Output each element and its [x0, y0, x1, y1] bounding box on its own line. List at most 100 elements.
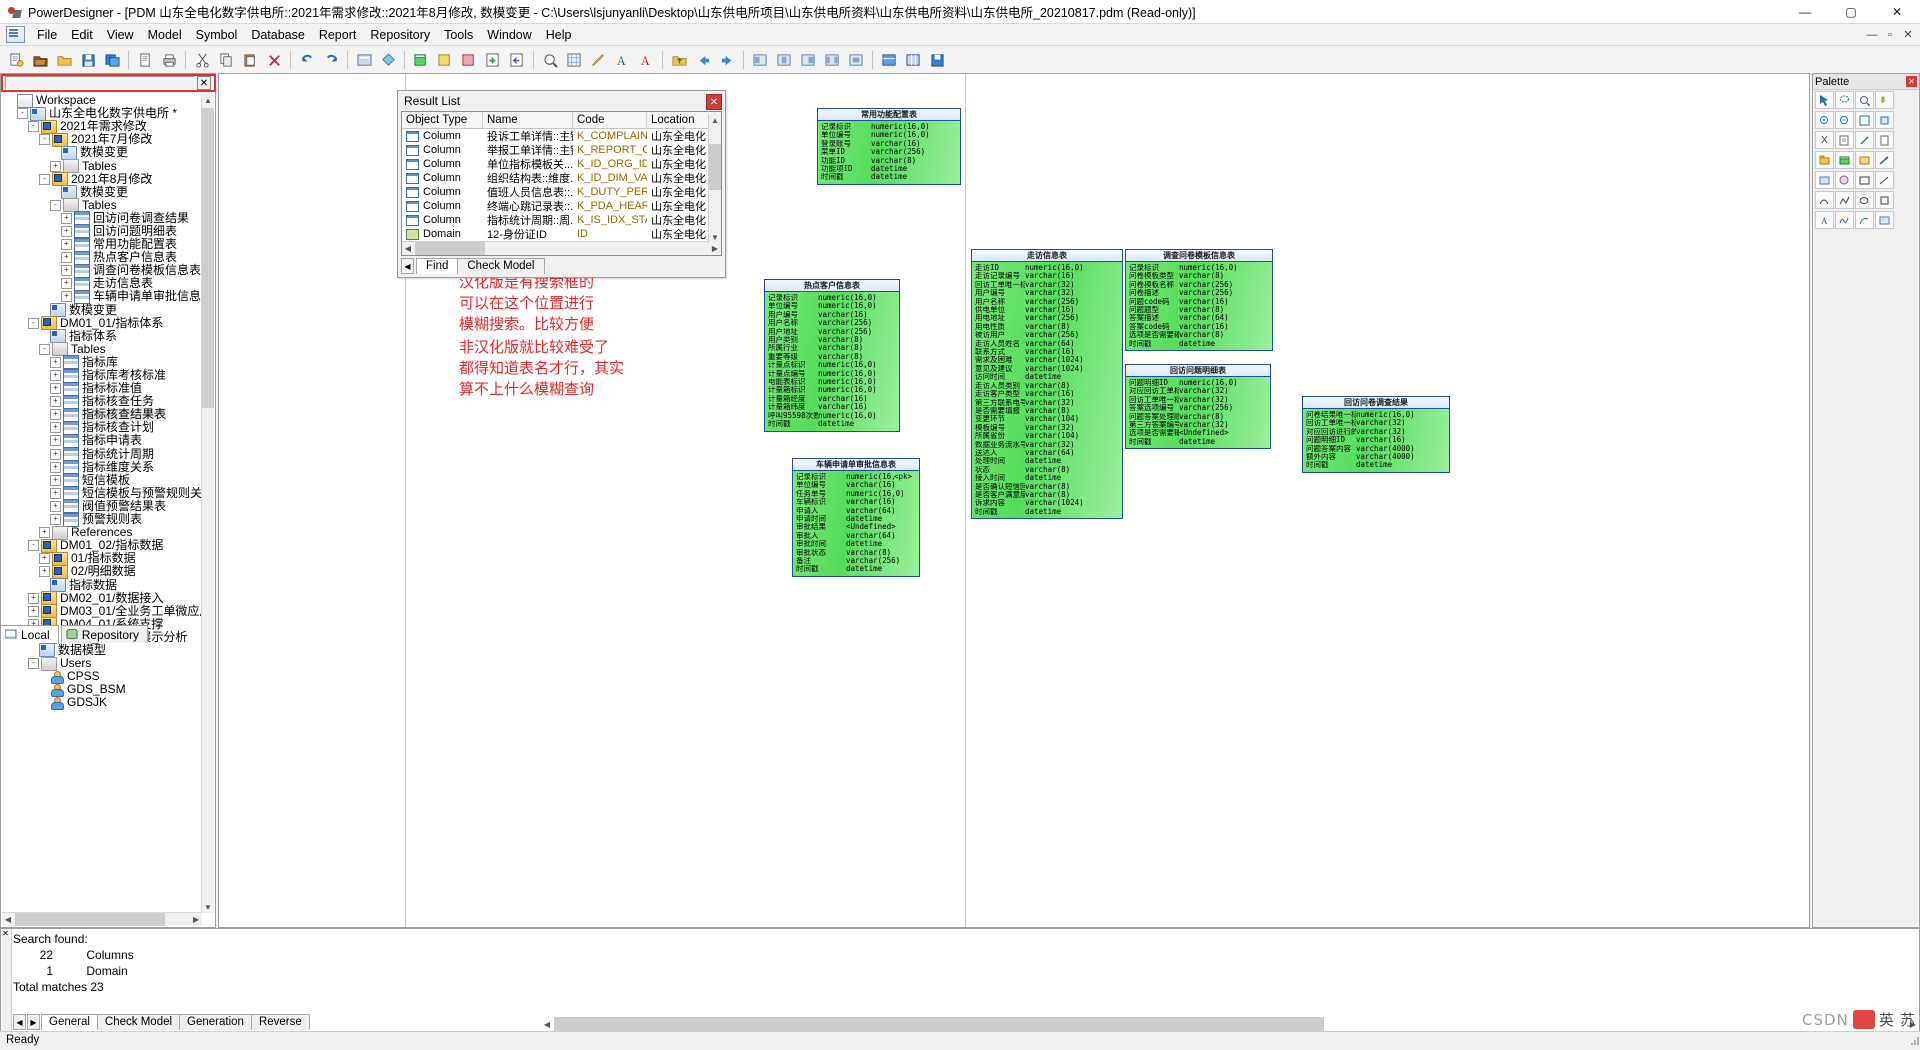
entity-table[interactable]: 热点客户信息表记录标识numeric(16,0)单位编号numeric(16,0… [764, 279, 900, 432]
menu-item-edit[interactable]: Edit [64, 26, 100, 44]
redo-icon[interactable] [320, 49, 342, 71]
tree-item[interactable]: 数模变更 [2, 186, 202, 199]
output-horizontal-scrollbar[interactable]: ◀ ▶ [541, 1017, 1919, 1031]
result-hscroll-thumb[interactable] [415, 242, 485, 255]
output-tabs-prev-icon[interactable]: ◀ [13, 1014, 26, 1030]
align-right-icon[interactable] [797, 49, 819, 71]
tab-repository[interactable]: Repository [61, 625, 148, 643]
reference-tool-icon[interactable] [1875, 151, 1894, 169]
tree-item[interactable]: +指标库 [2, 356, 202, 369]
result-list-row[interactable]: Column值班人员信息表::...K_DUTY_PERS...山东全电化 [402, 185, 721, 199]
expand-icon[interactable]: + [50, 370, 61, 381]
result-hscroll-right-arrow[interactable]: ▶ [709, 242, 721, 255]
tree-item[interactable]: 指标数据 [2, 578, 202, 591]
tree-item[interactable]: +回访问卷调查结果 [2, 212, 202, 225]
expand-icon[interactable]: + [50, 409, 61, 420]
properties-icon[interactable] [353, 49, 375, 71]
package-tool-icon[interactable] [1815, 151, 1834, 169]
close-button[interactable]: ✕ [1874, 0, 1920, 23]
print-icon[interactable] [158, 49, 180, 71]
minimize-button[interactable]: — [1782, 0, 1828, 23]
save-layout-icon[interactable] [926, 49, 948, 71]
browser-vertical-scrollbar[interactable]: ▲ ▼ [201, 94, 214, 913]
align-left-icon[interactable] [749, 49, 771, 71]
pan-tool-icon[interactable] [1875, 91, 1894, 109]
expand-icon[interactable]: + [50, 396, 61, 407]
scroll-down-arrow[interactable]: ▼ [202, 901, 214, 913]
result-list-row[interactable]: Column指标统计周期::周...K_IS_IDX_STA...山东全电化 [402, 213, 721, 227]
expand-icon[interactable]: + [28, 593, 39, 604]
mdi-minimize-icon[interactable]: — [1864, 27, 1880, 42]
tab-find[interactable]: Find [416, 258, 458, 274]
column-header-name[interactable]: Name [483, 112, 573, 128]
browser-horizontal-scrollbar[interactable]: ◀ ▶ [2, 912, 202, 926]
output-tabs-next-icon[interactable]: ▶ [27, 1014, 40, 1030]
text-tool-icon[interactable]: A [1815, 211, 1834, 229]
export-icon[interactable] [668, 49, 690, 71]
expand-icon[interactable]: + [50, 383, 61, 394]
print-preview-icon[interactable] [134, 49, 156, 71]
menu-item-repository[interactable]: Repository [363, 26, 437, 44]
result-list-row[interactable]: Column终端心跳记录表::...K_PDA_HEART...山东全电化 [402, 199, 721, 213]
diagram-canvas[interactable]: 汉化版是有搜索框的 可以在这个位置进行 模糊搜索。比较方便非汉化版就比较难受了 … [218, 73, 1810, 928]
expand-icon[interactable]: + [50, 475, 61, 486]
menu-item-window[interactable]: Window [480, 26, 538, 44]
menu-item-symbol[interactable]: Symbol [189, 26, 245, 44]
menu-item-model[interactable]: Model [141, 26, 189, 44]
column-header-object-type[interactable]: Object Type [402, 112, 483, 128]
expand-icon[interactable]: + [39, 553, 50, 564]
entity-table[interactable]: 常用功能配置表记录标识numeric(16,0)单位编号numeric(16,0… [817, 108, 961, 185]
tree-item[interactable]: CPSS [2, 670, 202, 683]
font-icon[interactable]: A [635, 49, 657, 71]
collapse-icon[interactable]: - [50, 200, 61, 211]
zoom-in-tool-icon[interactable] [1815, 111, 1834, 129]
menu-item-database[interactable]: Database [244, 26, 312, 44]
tab-local[interactable]: Local [0, 625, 59, 643]
tree-item[interactable]: +Tables [2, 159, 202, 172]
tree-item[interactable]: +DM02_01/数据接入 [2, 592, 202, 605]
tree-item[interactable]: +指标统计周期 [2, 448, 202, 461]
expand-icon[interactable]: + [61, 252, 72, 263]
polyline-tool-icon[interactable] [1835, 191, 1854, 209]
collapse-icon[interactable]: - [28, 318, 39, 329]
tree-item[interactable]: +指标维度关系 [2, 461, 202, 474]
show-symbols-icon[interactable] [878, 49, 900, 71]
menu-item-file[interactable]: File [30, 26, 64, 44]
paste-icon[interactable] [239, 49, 261, 71]
scroll-up-arrow[interactable]: ▲ [202, 94, 214, 106]
expand-icon[interactable]: + [50, 449, 61, 460]
output-hscroll-thumb[interactable] [554, 1017, 1324, 1031]
collapse-icon[interactable]: - [28, 121, 39, 132]
expand-icon[interactable]: + [50, 488, 61, 499]
tab-reverse[interactable]: Reverse [251, 1014, 310, 1030]
freehand-tool-icon[interactable] [1835, 211, 1854, 229]
tree-item[interactable]: +指标申请表 [2, 434, 202, 447]
expand-icon[interactable]: + [50, 357, 61, 368]
result-vscroll-down-arrow[interactable]: ▼ [709, 231, 721, 243]
result-list-close-icon[interactable]: ✕ [706, 94, 722, 110]
tree-item[interactable]: GDSJK [2, 696, 202, 709]
result-list-row[interactable]: Column组织结构表::维度...K_ID_DIM_VAL...山东全电化 [402, 171, 721, 185]
entity-table[interactable]: 回访问卷调查结果问卷结果唯一标识numeric(16,0)回访工单唯一标识var… [1302, 396, 1450, 473]
tree-item[interactable]: GDS_BSM [2, 683, 202, 696]
menu-item-report[interactable]: Report [312, 26, 364, 44]
result-list-window[interactable]: Result List ✕ Object Type Name Code Loca… [397, 90, 726, 278]
zoom-out-tool-icon[interactable] [1835, 111, 1854, 129]
result-hscroll-left-arrow[interactable]: ◀ [402, 242, 414, 255]
expand-icon[interactable]: + [50, 422, 61, 433]
zoom-tool-icon[interactable] [1855, 91, 1874, 109]
fit-page-icon[interactable] [1855, 111, 1874, 129]
result-list-row[interactable]: Column举报工单详情::主键K_REPORT_O...山东全电化 [402, 143, 721, 157]
new-table-icon[interactable] [410, 49, 432, 71]
result-list-row[interactable]: Column单位指标模板关...K_ID_ORG_IDX...山东全电化 [402, 157, 721, 171]
tree-item[interactable]: +02/明细数据 [2, 565, 202, 578]
entity-table[interactable]: 车辆申请单审批信息表记录标识numeric(16,0)<pk>单位编号varch… [792, 458, 920, 577]
collapse-icon[interactable]: - [17, 108, 28, 119]
search-input[interactable] [5, 76, 195, 90]
result-vscroll-thumb[interactable] [709, 144, 721, 190]
link-tool-icon[interactable] [1855, 131, 1874, 149]
cut-tool-icon[interactable] [1815, 131, 1834, 149]
tree-item[interactable]: +预警规则表 [2, 513, 202, 526]
tree-item[interactable]: +车辆申请单审批信息 [2, 290, 202, 303]
mdi-restore-icon[interactable]: ▫ [1882, 27, 1898, 42]
